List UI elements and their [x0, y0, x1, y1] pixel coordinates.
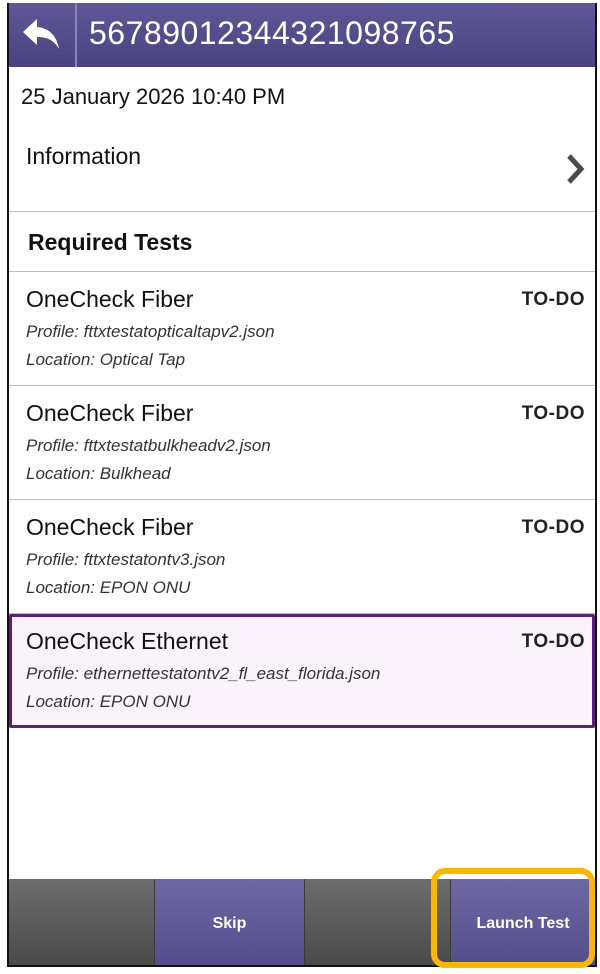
section-title: Required Tests	[28, 229, 193, 255]
test-location: Location: EPON ONU	[26, 692, 191, 711]
test-item[interactable]: OneCheck Fiber TO-DO Profile: fttxtestat…	[9, 500, 595, 614]
test-name: OneCheck Fiber	[26, 400, 194, 426]
back-arrow-icon	[23, 19, 59, 49]
footer-toolbar: Skip Launch Test	[9, 879, 595, 965]
test-status: TO-DO	[521, 631, 585, 652]
date-time-text: 25 January 2026 10:40 PM	[21, 84, 286, 109]
information-row[interactable]: Information	[9, 127, 595, 212]
test-status: TO-DO	[521, 517, 585, 538]
test-item[interactable]: OneCheck Fiber TO-DO Profile: fttxtestat…	[9, 272, 595, 386]
test-status: TO-DO	[521, 289, 585, 310]
footer-empty-button-1[interactable]	[9, 879, 155, 965]
header-divider	[75, 3, 77, 67]
page-title: 5678901234432109876​5	[89, 15, 455, 51]
test-status: TO-DO	[521, 403, 585, 424]
test-profile: Profile: fttxtestatopticaltapv2.json	[26, 322, 275, 341]
skip-button[interactable]: Skip	[155, 879, 305, 965]
app-screen: 5678901234432109876​5 25 January 2026 10…	[7, 3, 597, 967]
chevron-right-icon	[567, 154, 585, 184]
test-location: Location: Bulkhead	[26, 464, 171, 483]
launch-test-button-label: Launch Test	[476, 915, 570, 932]
skip-button-label: Skip	[212, 915, 247, 932]
test-profile: Profile: fttxtestatontv3.json	[26, 550, 226, 569]
test-item[interactable]: OneCheck Fiber TO-DO Profile: fttxtestat…	[9, 386, 595, 500]
test-location: Location: EPON ONU	[26, 578, 191, 597]
test-location: Location: Optical Tap	[26, 350, 186, 369]
back-button[interactable]	[9, 3, 73, 67]
information-label: Information	[26, 143, 142, 169]
test-list: OneCheck Fiber TO-DO Profile: fttxtestat…	[9, 272, 595, 728]
test-name: OneCheck Fiber	[26, 286, 194, 312]
launch-test-button[interactable]: Launch Test	[451, 879, 595, 965]
footer-empty-button-2[interactable]	[305, 879, 451, 965]
test-profile: Profile: ethernettestatontv2_fl_east_flo…	[26, 664, 381, 683]
test-item-selected[interactable]: OneCheck Ethernet TO-DO Profile: etherne…	[9, 614, 595, 728]
test-name: OneCheck Fiber	[26, 514, 194, 540]
test-profile: Profile: fttxtestatbulkheadv2.json	[26, 436, 271, 455]
test-name: OneCheck Ethernet	[26, 628, 229, 654]
header-bar: 5678901234432109876​5	[9, 3, 595, 67]
